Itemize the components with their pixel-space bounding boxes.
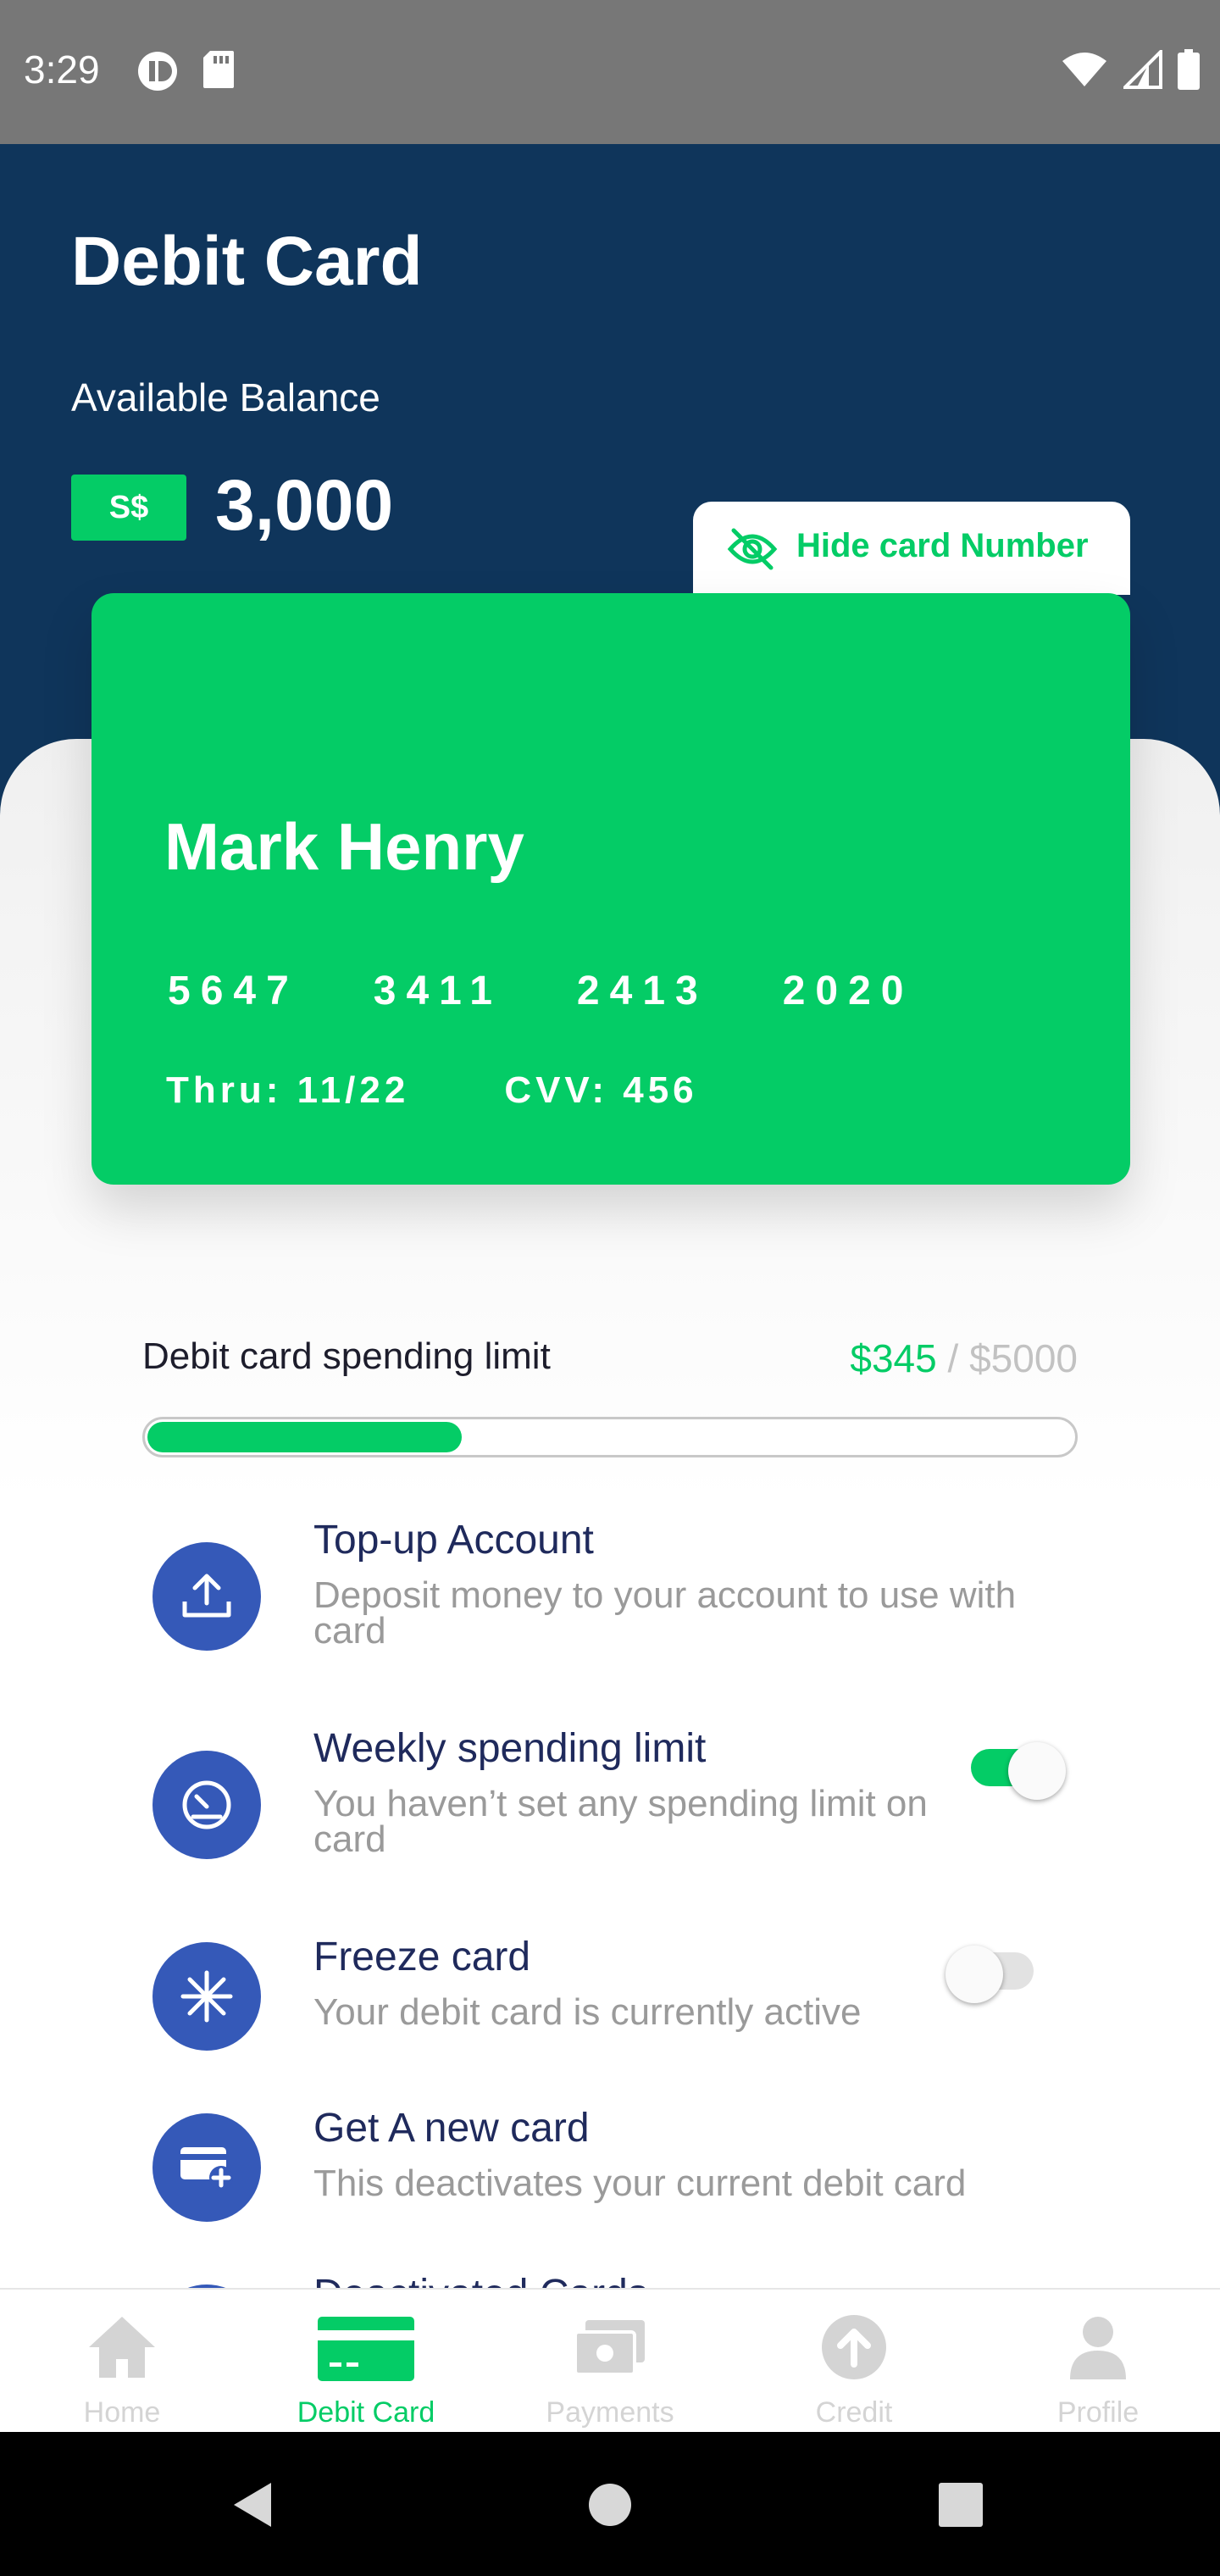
nav-credit[interactable]: Credit: [732, 2290, 976, 2434]
eye-off-icon: [727, 528, 778, 570]
back-icon[interactable]: [230, 2481, 274, 2529]
status-time: 3:29: [24, 47, 100, 92]
spending-limit-total: $5000: [969, 1336, 1078, 1380]
card-meta: Thru: 11/22 CVV: 456: [166, 1069, 698, 1112]
currency-badge: S$: [71, 475, 186, 541]
spending-limit-separator: /: [936, 1336, 970, 1380]
option-get-new-card[interactable]: Get A new card This deactivates your cur…: [0, 2105, 1220, 2240]
battery-icon: [1178, 49, 1200, 90]
spending-limit-label: Debit card spending limit: [142, 1335, 551, 1377]
cell-signal-icon: [1123, 50, 1162, 89]
upload-icon: [152, 1542, 261, 1651]
balance-label: Available Balance: [71, 375, 380, 419]
home-button-icon[interactable]: [588, 2483, 632, 2527]
hide-card-number-label: Hide card Number: [796, 527, 1089, 564]
option-subtitle: Deposit money to your account to use wit…: [313, 1574, 1017, 1652]
option-title: Freeze card: [313, 1935, 531, 1979]
weekly-limit-toggle[interactable]: [971, 1742, 1066, 1800]
spending-limit-spent: $345: [850, 1336, 937, 1380]
nav-profile[interactable]: Profile: [976, 2290, 1220, 2434]
card-number: 5647 3411 2413 2020: [168, 968, 913, 1014]
nav-debit-card[interactable]: Debit Card: [244, 2290, 488, 2434]
payments-icon: [574, 2320, 645, 2376]
card-holder-name: Mark Henry: [164, 809, 524, 884]
nav-payments[interactable]: Payments: [488, 2290, 732, 2434]
option-weekly-spending-limit[interactable]: Weekly spending limit You haven’t set an…: [0, 1725, 1220, 1886]
nav-label: Debit Card: [297, 2396, 435, 2429]
toggle-knob: [946, 1946, 1003, 2003]
debit-card-icon: [318, 2317, 414, 2381]
nav-label: Home: [83, 2396, 161, 2429]
freeze-card-toggle[interactable]: [946, 1946, 1042, 2003]
new-card-icon: [152, 2113, 261, 2222]
hide-card-number-button[interactable]: Hide card Number: [693, 502, 1130, 595]
recents-icon[interactable]: [939, 2483, 983, 2527]
profile-icon: [1070, 2317, 1126, 2379]
nav-label: Credit: [815, 2396, 893, 2429]
wifi-icon: [1062, 53, 1106, 86]
option-title: Top-up Account: [313, 1518, 594, 1563]
nav-label: Payments: [546, 2396, 674, 2429]
option-title: Get A new card: [313, 2106, 590, 2151]
card-number-group: 3411: [373, 969, 502, 1013]
card-number-group: 2020: [782, 969, 914, 1013]
option-title: Weekly spending limit: [313, 1726, 707, 1771]
status-icons-right: [1061, 49, 1200, 90]
card-cvv: CVV: 456: [504, 1069, 698, 1111]
option-top-up-account[interactable]: Top-up Account Deposit money to your acc…: [0, 1517, 1220, 1678]
bottom-nav: Home Debit Card Payments Credit Profile: [0, 2288, 1220, 2434]
option-subtitle: This deactivates your current debit card: [313, 2162, 967, 2204]
option-subtitle: You haven’t set any spending limit on ca…: [313, 1783, 928, 1860]
nav-label: Profile: [1056, 2396, 1140, 2429]
spending-limit-progress-fill: [147, 1422, 462, 1452]
status-bar: 3:29: [0, 0, 1220, 144]
snowflake-icon: [152, 1942, 261, 2051]
card-number-group: 2413: [576, 969, 708, 1013]
app-notification-icon: [138, 52, 177, 91]
sd-card-icon: [203, 51, 234, 88]
nav-home[interactable]: Home: [0, 2290, 244, 2434]
option-freeze-card[interactable]: Freeze card Your debit card is currently…: [0, 1934, 1220, 2069]
status-icons-left: [136, 49, 236, 93]
card-expiry: Thru: 11/22: [166, 1069, 410, 1111]
card-number-group: 5647: [168, 969, 299, 1013]
speedometer-icon: [152, 1751, 261, 1859]
spending-limit-values: $345 / $5000: [850, 1335, 1078, 1381]
balance-amount: 3,000: [215, 465, 394, 545]
spending-limit-progress-bar: [142, 1417, 1078, 1457]
page-title: Debit Card: [71, 223, 423, 300]
home-icon: [89, 2317, 155, 2378]
debit-card[interactable]: Mark Henry 5647 3411 2413 2020 Thru: 11/…: [92, 593, 1130, 1185]
system-nav-bar: [0, 2432, 1220, 2576]
toggle-knob: [1008, 1742, 1066, 1800]
credit-icon: [822, 2315, 886, 2379]
